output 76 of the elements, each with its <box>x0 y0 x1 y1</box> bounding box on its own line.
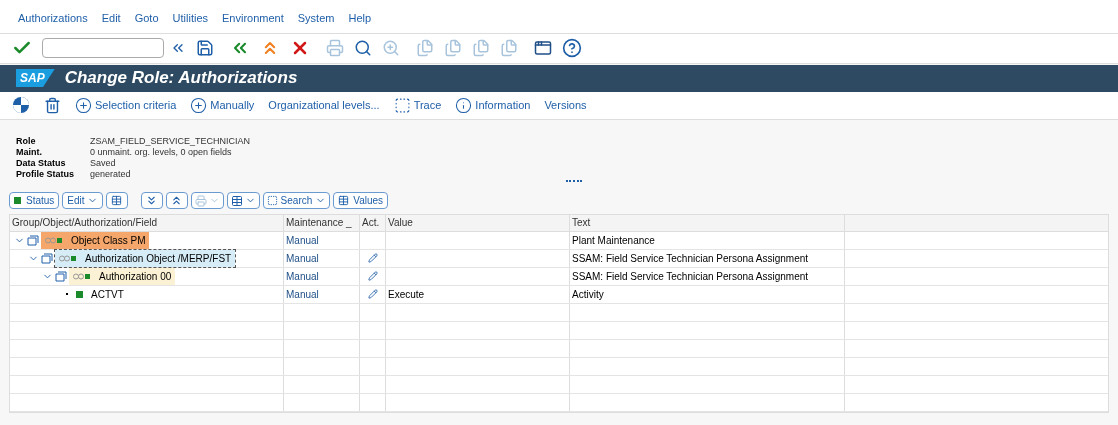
text-cell-text: SSAM: Field Service Technician Persona Assignment <box>572 251 809 266</box>
status-square-icon <box>76 290 83 298</box>
field-label: Profile Status <box>16 168 74 180</box>
column-header[interactable]: Act. <box>362 215 380 230</box>
menu-item[interactable]: Edit <box>101 10 121 27</box>
menu-item[interactable]: Goto <box>134 10 159 27</box>
menu-item[interactable]: Authorizations <box>18 10 88 27</box>
status-icon <box>59 254 77 262</box>
print-dropdown[interactable] <box>190 192 224 209</box>
menu-item[interactable]: Environment <box>222 10 284 27</box>
text-cell-text: SSAM: Field Service Technician Persona Assignment <box>572 269 809 284</box>
text-cell-text: Activity <box>572 287 604 302</box>
toolbar-button[interactable]: Organizational levels... <box>268 96 380 114</box>
folder-icon <box>41 252 53 264</box>
menu-item[interactable]: System <box>297 10 335 27</box>
column-header[interactable]: Maintenance _ <box>286 215 352 230</box>
field-label: Data Status <box>16 157 67 169</box>
field-value: Saved <box>90 157 117 169</box>
trash-icon[interactable] <box>44 96 61 114</box>
menu-item[interactable]: Help <box>348 10 372 27</box>
pencil-icon[interactable] <box>367 271 378 281</box>
folder-icon <box>27 234 39 246</box>
frame-icon <box>393 96 411 114</box>
column-header[interactable]: Group/Object/Authorization/Field <box>12 215 158 230</box>
plus-icon <box>190 96 208 114</box>
layout-button[interactable] <box>105 192 128 209</box>
view-dropdown[interactable] <box>226 192 260 209</box>
sap-logo: SAP <box>16 69 55 87</box>
field-value: 0 unmaint. org. levels, 0 open fields <box>90 146 233 158</box>
field-value: ZSAM_FIELD_SERVICE_TECHNICIAN <box>90 135 251 147</box>
maintenance-cell-text: Manual <box>286 269 319 284</box>
toolbar-button[interactable]: Versions <box>544 96 587 114</box>
folder-icon <box>55 270 67 282</box>
window-icon[interactable] <box>534 39 552 57</box>
status-icon <box>73 272 91 280</box>
toolbar-button[interactable]: Trace <box>393 96 442 114</box>
menu-item[interactable]: Utilities <box>172 10 208 27</box>
pencil-icon[interactable] <box>367 289 378 299</box>
maintenance-cell-text: Manual <box>286 287 319 302</box>
save-icon[interactable] <box>196 39 214 57</box>
maintenance-cell-text: Manual <box>286 251 319 266</box>
column-header[interactable]: Text <box>572 215 591 230</box>
print-icon <box>194 194 207 207</box>
search-icon[interactable] <box>354 39 372 57</box>
grid-icon <box>111 195 123 206</box>
status-icon <box>45 236 63 244</box>
column-header[interactable]: Value <box>388 215 413 230</box>
help-icon[interactable] <box>562 38 582 58</box>
toolbar-button[interactable]: Selection criteria <box>75 96 177 114</box>
toolbar-button[interactable]: Information <box>455 96 531 114</box>
field-value: generated <box>90 168 132 180</box>
status-button[interactable]: Status <box>9 192 60 209</box>
tree-node[interactable]: ACTVT <box>72 285 128 303</box>
collapse-all-button[interactable] <box>165 192 188 209</box>
pie-chart-icon[interactable] <box>12 96 30 114</box>
pencil-icon[interactable] <box>367 253 378 263</box>
value-cell-text: Execute <box>388 287 425 302</box>
text-cell-text: Plant Maintenance <box>572 233 655 248</box>
field-label: Role <box>16 135 37 147</box>
command-field[interactable] <box>42 38 164 58</box>
status-square-icon <box>14 197 21 204</box>
search-dropdown[interactable]: Search <box>262 192 331 209</box>
tree-node[interactable]: Authorization 00 <box>69 267 176 285</box>
maintenance-cell-text: Manual <box>286 233 319 248</box>
table-icon <box>338 195 350 206</box>
tree-node[interactable]: Authorization Object /MERP/FST <box>55 249 236 267</box>
expand-all-button[interactable] <box>140 192 163 209</box>
table-icon <box>230 194 243 207</box>
edit-dropdown[interactable]: Edit <box>62 192 103 209</box>
toolbar-button[interactable]: Manually <box>190 96 255 114</box>
plus-icon <box>75 96 92 114</box>
splitter-handle[interactable] <box>566 179 582 182</box>
field-label: Maint. <box>16 146 43 158</box>
info-icon <box>455 96 473 114</box>
window-title: Change Role: Authorizations <box>64 67 298 90</box>
values-button[interactable]: Values <box>333 192 389 209</box>
